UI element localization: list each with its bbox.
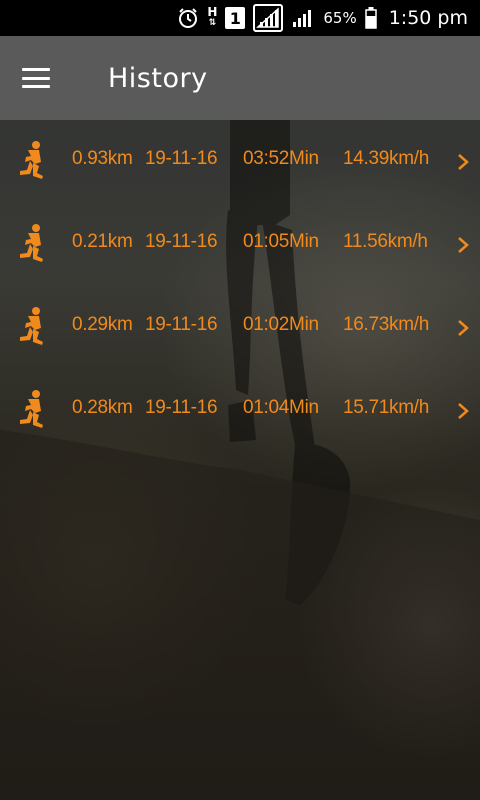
speed: 16.73km/h: [343, 314, 430, 335]
history-row[interactable]: 0.29km 19-11-16 01:02Min 16.73km/h: [0, 286, 480, 369]
date: 19-11-16: [145, 231, 218, 252]
history-row[interactable]: 0.21km 19-11-16 01:05Min 11.56km/h: [0, 203, 480, 286]
battery-percentage: 65%: [323, 9, 357, 27]
history-list: 0.93km 19-11-16 03:52Min 14.39km/h 0.21k…: [0, 120, 480, 452]
distance: 0.28km: [72, 397, 133, 418]
runner-icon: [20, 307, 43, 345]
runner-icon: [20, 141, 43, 179]
status-bar: H ⇅ 1 65% 1:50 pm: [0, 0, 480, 36]
runner-icon: [20, 390, 43, 428]
chevron-right-icon[interactable]: [457, 401, 469, 421]
duration: 01:02Min: [243, 314, 319, 335]
distance: 0.93km: [72, 148, 133, 169]
status-time: 1:50 pm: [388, 7, 468, 29]
speed: 11.56km/h: [343, 231, 428, 252]
date: 19-11-16: [145, 397, 218, 418]
sim-1-icon: 1: [225, 7, 246, 29]
alarm-icon: [177, 7, 199, 29]
speed: 14.39km/h: [343, 148, 430, 169]
app-bar: History: [0, 36, 480, 120]
battery-icon: [364, 7, 377, 29]
duration: 01:04Min: [243, 397, 319, 418]
chevron-right-icon[interactable]: [457, 235, 469, 255]
duration: 01:05Min: [243, 231, 319, 252]
history-row[interactable]: 0.28km 19-11-16 01:04Min 15.71km/h: [0, 369, 480, 452]
date: 19-11-16: [145, 148, 218, 169]
date: 19-11-16: [145, 314, 218, 335]
chevron-right-icon[interactable]: [457, 318, 469, 338]
hamburger-menu-icon[interactable]: [0, 36, 72, 120]
signal-icon: [253, 4, 284, 32]
chevron-right-icon[interactable]: [457, 152, 469, 172]
speed: 15.71km/h: [343, 397, 430, 418]
distance: 0.21km: [72, 231, 133, 252]
signal-icon: [291, 7, 315, 29]
page-title: History: [108, 62, 208, 94]
runner-icon: [20, 224, 43, 262]
network-h-icon: H ⇅: [207, 5, 218, 28]
history-row[interactable]: 0.93km 19-11-16 03:52Min 14.39km/h: [0, 120, 480, 203]
duration: 03:52Min: [243, 148, 319, 169]
distance: 0.29km: [72, 314, 133, 335]
